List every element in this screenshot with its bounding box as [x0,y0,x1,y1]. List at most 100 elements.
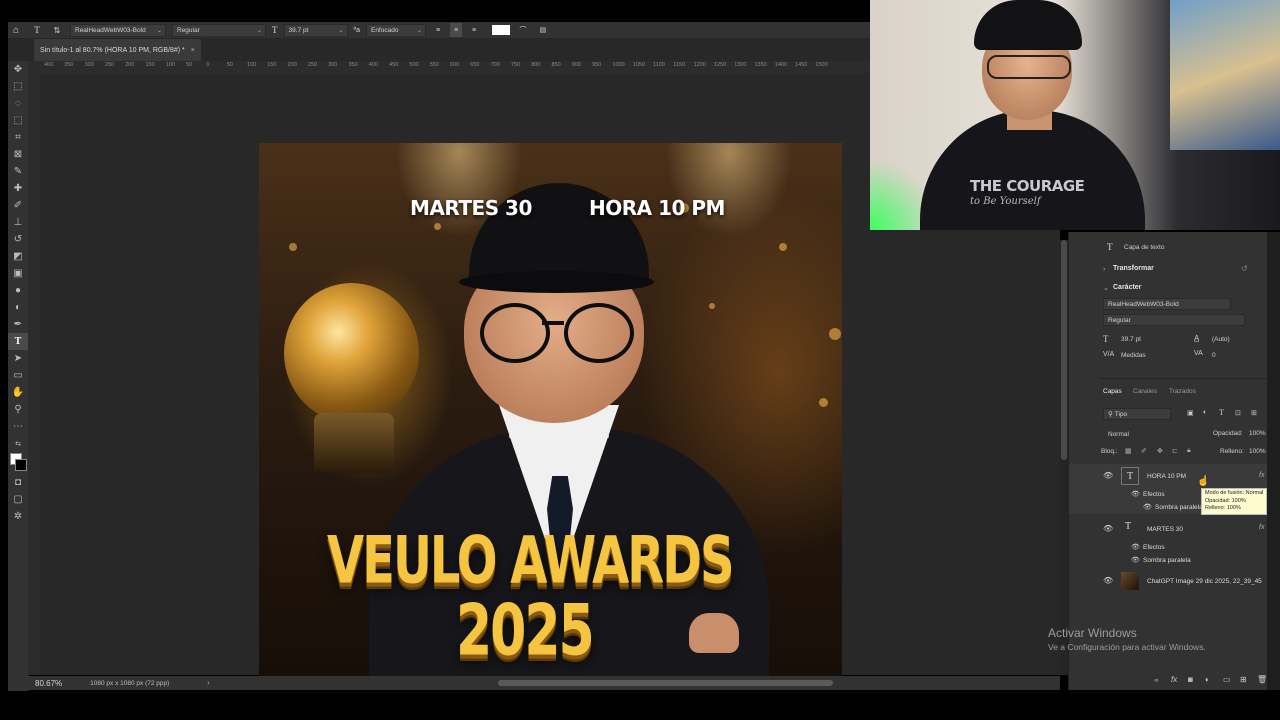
home-icon[interactable]: ⌂ [8,23,24,37]
add-style-icon[interactable]: fx [1171,675,1177,684]
tab-channels[interactable]: Canales [1133,388,1157,395]
filter-smart-object-icon[interactable]: ⊞ [1251,409,1257,417]
type-tool-icon[interactable]: T [8,333,28,350]
align-center-icon[interactable]: ≡ [449,23,462,37]
pen-tool-icon[interactable]: ✒ [8,316,28,333]
vertical-scrollbar[interactable] [1060,240,1068,675]
color-swatches[interactable] [8,452,28,474]
document-tab[interactable]: Sin título-1 al 80.7% (HORA 10 PM, RGB/8… [34,39,201,61]
healing-brush-icon[interactable]: ✚ [8,180,28,197]
filter-pixel-icon[interactable]: ▣ [1187,409,1194,417]
lock-artboard-icon[interactable]: ⊏ [1172,447,1178,455]
martes-text-layer[interactable]: MARTES 30 [410,196,532,220]
crop-tool-icon[interactable]: ⌗ [8,129,28,146]
horizontal-scrollbar[interactable] [498,680,833,686]
layer-name[interactable]: ChatGPT Image 29 dic 2025, 22_39_45 [1147,578,1262,585]
new-group-icon[interactable]: ▭ [1223,675,1231,684]
move-tool-icon[interactable]: ✥ [8,61,28,78]
hand-tool-icon[interactable]: ✋ [8,384,28,401]
panel-font-style-select[interactable]: Regular [1103,314,1245,326]
dodge-tool-icon[interactable]: ◐ [8,299,28,316]
blend-mode-select[interactable]: Normal [1103,428,1209,440]
character-section-title[interactable]: Carácter [1113,284,1141,291]
fx-icon[interactable]: fx [1259,524,1264,531]
close-icon[interactable]: × [191,47,195,54]
text-tool-icon[interactable]: T [30,23,44,37]
gradient-tool-icon[interactable]: ▣ [8,265,28,282]
eye-icon[interactable]: 👁︎ [1103,471,1113,480]
chevron-right-icon[interactable]: › [1103,266,1105,273]
align-left-icon[interactable]: ≡ [432,23,444,37]
layer-row-image[interactable]: 👁︎ ChatGPT Image 29 dic 2025, 22_39_45 [1069,570,1268,592]
lock-position-icon[interactable]: ✥ [1157,447,1163,455]
layer-row-martes[interactable]: 👁︎ T MARTES 30 fx 👁︎ Efectos 👁︎ Sombra p… [1069,518,1268,568]
eye-icon[interactable]: 👁︎ [1131,490,1140,498]
object-select-tool-icon[interactable]: ⬚ [8,112,28,129]
font-style-select[interactable]: Regular ⌄ [172,23,266,37]
delete-layer-icon[interactable]: 🗑︎ [1257,675,1267,684]
background-color[interactable] [15,459,27,471]
document-info[interactable]: 1080 px x 1080 px (72 ppp) [90,680,169,687]
eye-icon[interactable]: 👁︎ [1131,556,1140,564]
rectangle-tool-icon[interactable]: ▭ [8,367,28,384]
font-size-select[interactable]: 39.7 pt ⌄ [283,23,348,37]
text-orientation-icon[interactable]: ⇅ [50,23,64,37]
lasso-tool-icon[interactable]: ◌ [8,95,28,112]
kerning-value[interactable]: Medidas [1121,352,1146,359]
lock-all-icon[interactable]: 🔒︎ [1187,447,1191,455]
font-family-select[interactable]: RealHeadWebW03-Bold ⌄ [70,23,166,37]
eyedropper-tool-icon[interactable]: ✎ [8,163,28,180]
fx-icon[interactable]: fx [1259,472,1264,479]
brush-tool-icon[interactable]: ✐ [8,197,28,214]
vertical-scrollbar-thumb[interactable] [1061,240,1067,460]
lock-transparent-icon[interactable]: ▦ [1125,447,1132,455]
path-select-tool-icon[interactable]: ➤ [8,350,28,367]
transform-section-title[interactable]: Transformar [1113,265,1154,272]
blur-tool-icon[interactable]: ● [8,282,28,299]
effect-name[interactable]: Sombra paralela [1155,504,1203,511]
marquee-tool-icon[interactable]: ⬚ [8,78,28,95]
hora-text-layer[interactable]: HORA 10 PM [589,196,725,220]
status-menu-arrow[interactable]: › [207,680,209,687]
fill-value[interactable]: 100% [1249,448,1266,455]
layer-name[interactable]: HORA 10 PM [1147,473,1186,480]
link-layers-icon[interactable]: ⚭ [1153,676,1160,685]
panel-font-family-select[interactable]: RealHeadWebW03-Bold [1103,298,1231,310]
new-layer-icon[interactable]: ⊞ [1240,675,1247,684]
filter-adjustment-icon[interactable]: ◐ [1203,409,1207,416]
screen-mode-icon[interactable]: ▢ [8,491,28,508]
panel-font-size-value[interactable]: 39.7 pt [1121,336,1141,343]
filter-type-icon[interactable]: T [1219,408,1224,417]
chevron-down-icon[interactable]: ⌄ [1103,284,1109,292]
zoom-level[interactable]: 80.67% [35,679,62,688]
warp-text-icon[interactable]: ⌒ [516,23,530,37]
layer-name[interactable]: MARTES 30 [1147,526,1183,533]
swap-colors-icon[interactable]: ⇆ [8,435,28,452]
opacity-value[interactable]: 100% [1249,430,1266,437]
eye-icon[interactable]: 👁︎ [1131,543,1140,551]
lock-image-icon[interactable]: ✐ [1141,447,1147,455]
tab-paths[interactable]: Trazados [1169,388,1196,395]
reset-transform-icon[interactable]: ↺ [1241,264,1248,273]
eye-icon[interactable]: 👁︎ [1143,503,1152,511]
eye-icon[interactable]: 👁︎ [1103,524,1113,533]
eraser-tool-icon[interactable]: ◩ [8,248,28,265]
history-brush-icon[interactable]: ↺ [8,231,28,248]
align-right-icon[interactable]: ≡ [468,23,480,37]
more-tools-icon[interactable]: ⋯ [8,418,28,435]
quick-mask-icon[interactable]: ◘ [8,474,28,491]
tab-layers[interactable]: Capas [1103,388,1122,395]
antialias-select[interactable]: Enfocado ⌄ [365,23,426,37]
stamp-tool-icon[interactable]: ⊥ [8,214,28,231]
document-canvas[interactable]: MARTES 30 HORA 10 PM VEULO AWARDS 2025 [259,143,842,676]
effect-name[interactable]: Sombra paralela [1143,557,1191,564]
leading-value[interactable]: (Auto) [1212,336,1230,343]
new-adjustment-icon[interactable]: ◐ [1205,675,1210,684]
filter-shape-icon[interactable]: ⊡ [1235,409,1241,417]
zoom-tool-icon[interactable]: ⚲ [8,401,28,418]
text-color-swatch[interactable] [491,25,510,35]
frame-tool-icon[interactable]: ⊠ [8,146,28,163]
edit-toolbar-icon[interactable]: ✲ [8,508,28,525]
add-mask-icon[interactable]: ◙ [1188,675,1193,684]
eye-icon[interactable]: 👁︎ [1103,576,1113,585]
